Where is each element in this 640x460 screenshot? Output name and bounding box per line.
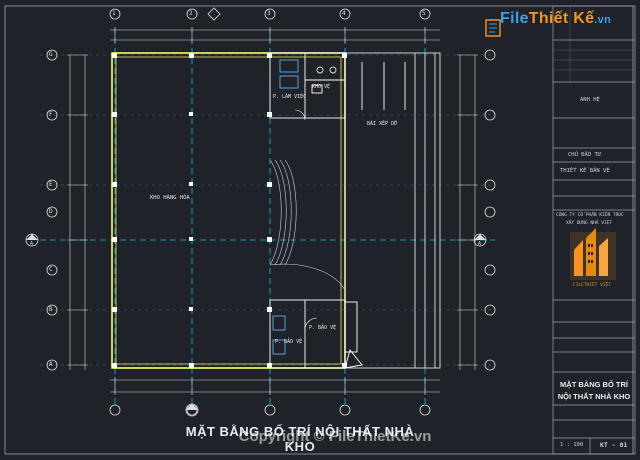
- room-label-wc: KHO VỆ: [312, 84, 331, 90]
- company-logo-icon: [570, 228, 616, 280]
- room-label-guard-1: P. BẢO VỆ: [309, 325, 337, 331]
- dimension-lines: [69, 29, 476, 393]
- watermark-brand-domain: .vn: [594, 14, 612, 26]
- room-label-office: P. LÀM VIỆC: [273, 94, 307, 100]
- exterior-walls: [111, 52, 346, 369]
- garage-bays: [361, 62, 406, 110]
- watermark-brand: FileThiết Kế.vn: [500, 10, 635, 40]
- title-block-logo-caption: FILETHIẾT VIỆT: [573, 283, 611, 288]
- title-block-drawing-title-1: MẶT BẰNG BỐ TRÍ: [560, 380, 628, 389]
- watermark-copyright: Copyright © FileThietKe.vn: [238, 428, 432, 445]
- title-block-company-2: XÂY DỰNG NHÀ VIỆT: [566, 221, 613, 226]
- title-block-company: CÔNG TY CỔ PHẦN KIẾN TRÚC: [556, 213, 624, 218]
- watermark-brand-file: File: [500, 10, 529, 27]
- door-swings: [294, 109, 318, 331]
- office-block: [269, 52, 346, 119]
- room-label-loading: BÃI XẾP DỠ: [367, 121, 398, 127]
- garage-block: [344, 52, 441, 369]
- grid-axes-light: [40, 54, 495, 366]
- room-label-guard-2: P. BẢO VỆ: [275, 339, 303, 345]
- watermark-logo-icon: [485, 19, 501, 37]
- watermark-brand-name: Thiết Kế: [528, 10, 595, 27]
- title-block-row-1: ANH HỆ: [580, 97, 600, 103]
- columns: [112, 53, 347, 368]
- title-block-row-2: CHỦ ĐẦU TƯ: [568, 152, 602, 158]
- title-block-drawing-title-2: NỘI THẤT NHÀ KHO: [557, 392, 631, 401]
- room-label-warehouse: KHO HÀNG HÓA: [150, 195, 190, 201]
- grid-bubbles-side: [46, 49, 496, 371]
- title-block-scale: 1 : 100: [560, 442, 584, 448]
- title-block-sheet: KT - 01: [600, 441, 628, 449]
- grid-axes: [40, 28, 495, 405]
- title-block-row-3: THIẾT KẾ BẢN VẼ: [560, 168, 610, 174]
- section-markers: [25, 7, 487, 417]
- cad-drawing-canvas: [4, 5, 636, 455]
- ramp: [269, 159, 346, 291]
- dimension-ticks: [67, 27, 478, 395]
